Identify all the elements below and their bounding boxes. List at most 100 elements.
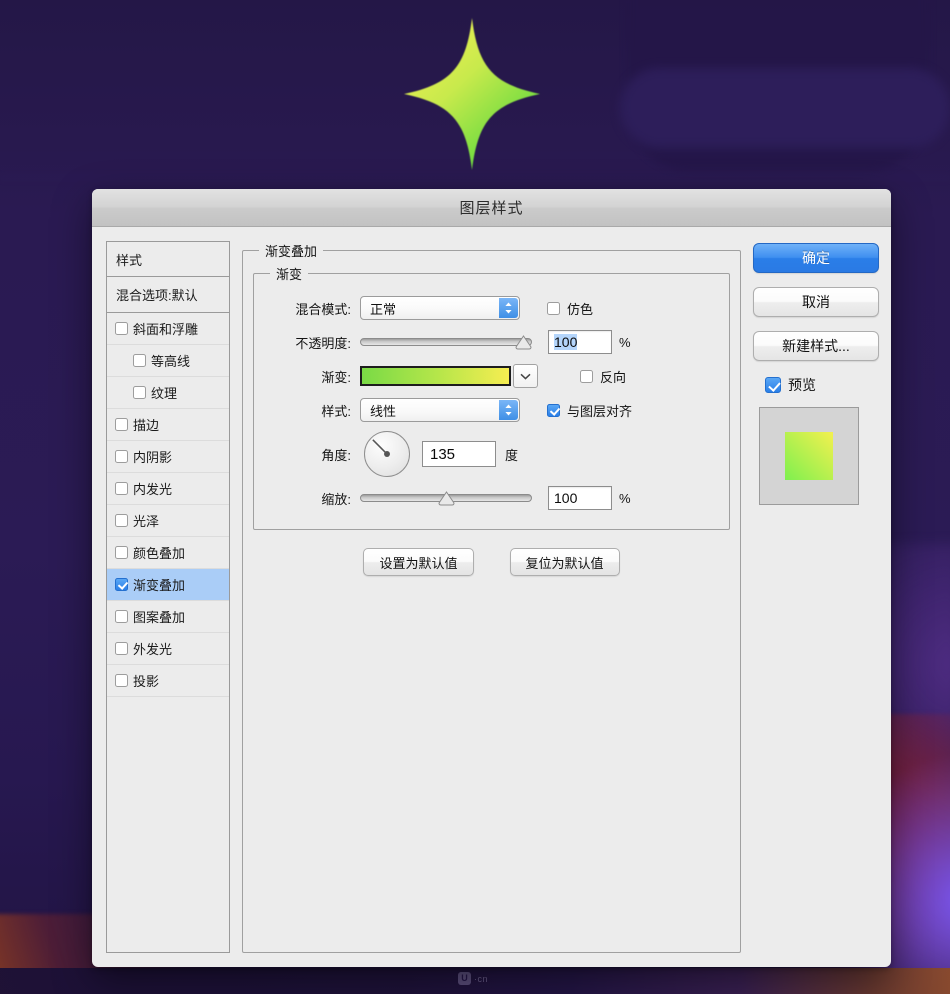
sidebar-item-checkbox-0[interactable] bbox=[115, 322, 128, 335]
opacity-slider-track bbox=[360, 338, 532, 346]
sidebar-item-checkbox-1[interactable] bbox=[133, 354, 146, 367]
sidebar-item-10[interactable]: 外发光 bbox=[107, 633, 229, 665]
gradient-swatch[interactable] bbox=[360, 366, 511, 386]
sidebar-item-label: 纹理 bbox=[151, 386, 178, 401]
sidebar-item-2[interactable]: 纹理 bbox=[107, 377, 229, 409]
gradient-group: 渐变 混合模式: 正常 仿色 不透明度: 100 % 渐变: 反向 样式: 线性… bbox=[253, 264, 730, 530]
sidebar-item-checkbox-6[interactable] bbox=[115, 514, 128, 527]
angle-input[interactable]: 135 bbox=[422, 441, 496, 467]
four-pointed-star-icon bbox=[404, 18, 540, 170]
sidebar-item-label: 斜面和浮雕 bbox=[133, 322, 199, 337]
sidebar-item-9[interactable]: 图案叠加 bbox=[107, 601, 229, 633]
dialog-title: 图层样式 bbox=[459, 200, 524, 217]
sidebar-item-4[interactable]: 内阴影 bbox=[107, 441, 229, 473]
sidebar-item-label: 内阴影 bbox=[133, 450, 173, 465]
scale-label: 缩放: bbox=[321, 491, 351, 507]
preview-checkbox[interactable] bbox=[765, 377, 781, 393]
sidebar-header-label: 样式 bbox=[116, 252, 143, 268]
angle-dial[interactable] bbox=[364, 431, 410, 477]
style-select[interactable]: 线性 bbox=[360, 398, 520, 422]
chevron-updown-icon[interactable] bbox=[499, 298, 518, 318]
sidebar-item-3[interactable]: 描边 bbox=[107, 409, 229, 441]
gradient-overlay-group-title: 渐变叠加 bbox=[265, 244, 318, 259]
sidebar-item-11[interactable]: 投影 bbox=[107, 665, 229, 697]
sidebar-item-label: 颜色叠加 bbox=[133, 546, 186, 561]
default-buttons-row: 设置为默认值 复位为默认值 bbox=[253, 548, 730, 576]
scale-input[interactable]: 100 bbox=[548, 486, 612, 510]
opacity-unit: % bbox=[619, 334, 631, 350]
chevron-down-icon bbox=[520, 373, 531, 380]
sidebar-item-checkbox-10[interactable] bbox=[115, 642, 128, 655]
sidebar-item-checkbox-5[interactable] bbox=[115, 482, 128, 495]
preview-thumbnail bbox=[759, 407, 859, 505]
sidebar-item-blending-options[interactable]: 混合选项:默认 bbox=[106, 277, 230, 313]
align-with-layer-checkbox[interactable] bbox=[547, 403, 560, 417]
sidebar-item-checkbox-11[interactable] bbox=[115, 674, 128, 687]
style-label: 样式: bbox=[321, 403, 351, 419]
cancel-button[interactable]: 取消 bbox=[753, 287, 879, 317]
sidebar-item-label: 图案叠加 bbox=[133, 610, 186, 625]
layer-style-dialog: 图层样式 样式 混合选项:默认 斜面和浮雕等高线纹理描边内阴影内发光光泽颜色叠加… bbox=[92, 189, 891, 967]
ok-button[interactable]: 确定 bbox=[753, 243, 879, 273]
watermark-badge: U bbox=[458, 972, 471, 985]
blending-options-label: 混合选项:默认 bbox=[116, 288, 198, 303]
gradient-group-title: 渐变 bbox=[276, 267, 303, 282]
scale-slider-thumb[interactable] bbox=[437, 491, 455, 506]
angle-row: 角度: 135 度 bbox=[264, 427, 719, 481]
set-as-default-button[interactable]: 设置为默认值 bbox=[363, 548, 474, 576]
sidebar-item-checkbox-3[interactable] bbox=[115, 418, 128, 431]
dither-label: 仿色 bbox=[567, 301, 594, 317]
sidebar-item-5[interactable]: 内发光 bbox=[107, 473, 229, 505]
blend-mode-value: 正常 bbox=[370, 301, 397, 317]
sidebar-item-label: 外发光 bbox=[133, 642, 173, 657]
dither-checkbox[interactable] bbox=[547, 301, 560, 315]
styles-sidebar: 样式 混合选项:默认 斜面和浮雕等高线纹理描边内阴影内发光光泽颜色叠加渐变叠加图… bbox=[106, 241, 230, 953]
angle-value: 135 bbox=[430, 445, 456, 463]
blend-mode-select[interactable]: 正常 bbox=[360, 296, 520, 320]
sidebar-item-7[interactable]: 颜色叠加 bbox=[107, 537, 229, 569]
opacity-input[interactable]: 100 bbox=[548, 330, 612, 354]
style-effects-list[interactable]: 斜面和浮雕等高线纹理描边内阴影内发光光泽颜色叠加渐变叠加图案叠加外发光投影 bbox=[106, 313, 230, 953]
scale-slider[interactable] bbox=[360, 488, 532, 508]
style-value: 线性 bbox=[370, 403, 397, 419]
sidebar-item-checkbox-2[interactable] bbox=[133, 386, 146, 399]
background-shape-pill bbox=[620, 68, 950, 148]
sidebar-item-0[interactable]: 斜面和浮雕 bbox=[107, 313, 229, 345]
background-divider-line bbox=[0, 176, 950, 179]
sidebar-item-1[interactable]: 等高线 bbox=[107, 345, 229, 377]
sidebar-item-label: 内发光 bbox=[133, 482, 173, 497]
chevron-updown-icon[interactable] bbox=[499, 400, 518, 420]
opacity-slider[interactable] bbox=[360, 332, 532, 352]
reverse-checkbox[interactable] bbox=[580, 369, 593, 383]
new-style-button[interactable]: 新建样式... bbox=[753, 331, 879, 361]
sidebar-item-checkbox-7[interactable] bbox=[115, 546, 128, 559]
scale-value: 100 bbox=[554, 490, 578, 506]
reset-to-default-button[interactable]: 复位为默认值 bbox=[509, 548, 620, 576]
scale-row: 缩放: 100 % bbox=[264, 481, 719, 515]
sidebar-item-label: 渐变叠加 bbox=[133, 578, 186, 593]
gradient-overlay-group: 渐变叠加 渐变 混合模式: 正常 仿色 不透明度: 100 % 渐变: 反向 样… bbox=[242, 241, 741, 953]
opacity-slider-thumb[interactable] bbox=[515, 335, 532, 350]
sidebar-item-label: 等高线 bbox=[151, 354, 191, 369]
sidebar-item-checkbox-4[interactable] bbox=[115, 450, 128, 463]
gradient-dropdown-button[interactable] bbox=[513, 364, 538, 388]
preview-gradient-swatch bbox=[785, 432, 833, 480]
style-row: 样式: 线性 与图层对齐 bbox=[264, 393, 719, 427]
scale-unit: % bbox=[619, 490, 631, 506]
sidebar-item-8[interactable]: 渐变叠加 bbox=[107, 569, 229, 601]
sidebar-header: 样式 bbox=[106, 241, 230, 277]
gradient-row: 渐变: 反向 bbox=[264, 359, 719, 393]
opacity-row: 不透明度: 100 % bbox=[264, 325, 719, 359]
sidebar-item-checkbox-8[interactable] bbox=[115, 578, 128, 591]
preview-label: 预览 bbox=[788, 377, 816, 393]
align-with-layer-checkbox-row[interactable]: 与图层对齐 bbox=[547, 401, 632, 420]
reverse-checkbox-row[interactable]: 反向 bbox=[580, 367, 626, 386]
dither-checkbox-row[interactable]: 仿色 bbox=[547, 299, 593, 318]
gradient-label: 渐变: bbox=[321, 369, 351, 385]
preview-checkbox-row[interactable]: 预览 bbox=[765, 375, 879, 395]
sidebar-item-label: 光泽 bbox=[133, 514, 160, 529]
sidebar-item-6[interactable]: 光泽 bbox=[107, 505, 229, 537]
sidebar-item-checkbox-9[interactable] bbox=[115, 610, 128, 623]
angle-label: 角度: bbox=[321, 447, 351, 463]
blend-mode-row: 混合模式: 正常 仿色 bbox=[264, 291, 719, 325]
